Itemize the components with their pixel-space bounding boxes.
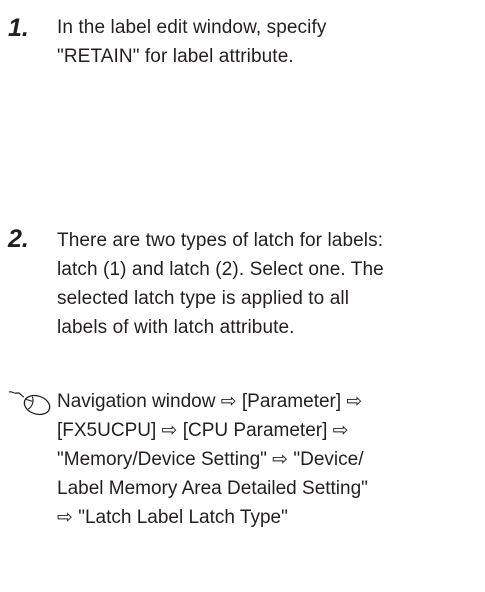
navigation-path-line: ⇨ "Latch Label Latch Type" <box>57 507 288 528</box>
step-text: In the label edit window, specify "RETAI… <box>57 13 477 71</box>
navigation-path-line: Navigation window ⇨ [Parameter] ⇨ <box>57 391 363 412</box>
mouse-icon <box>8 391 51 416</box>
step-number: 2. <box>8 225 29 253</box>
step-text-line: "RETAIN" for label attribute. <box>57 46 294 67</box>
step-text-line: In the label edit window, specify <box>57 17 327 38</box>
navigation-path-text: Navigation window ⇨ [Parameter] ⇨ [FX5UC… <box>57 387 477 532</box>
step-text: There are two types of latch for labels:… <box>57 226 477 342</box>
navigation-path-line: "Memory/Device Setting" ⇨ "Device/ <box>57 449 364 470</box>
navigation-path-line: Label Memory Area Detailed Setting" <box>57 478 368 499</box>
step-text-line: latch (1) and latch (2). Select one. The <box>57 259 384 280</box>
step-text-line: There are two types of latch for labels: <box>57 230 384 251</box>
step-number: 1. <box>8 14 29 42</box>
step-text-line: selected latch type is applied to all <box>57 288 350 309</box>
navigation-path-line: [FX5UCPU] ⇨ [CPU Parameter] ⇨ <box>57 420 349 441</box>
step-text-line: labels of with latch attribute. <box>57 317 295 338</box>
